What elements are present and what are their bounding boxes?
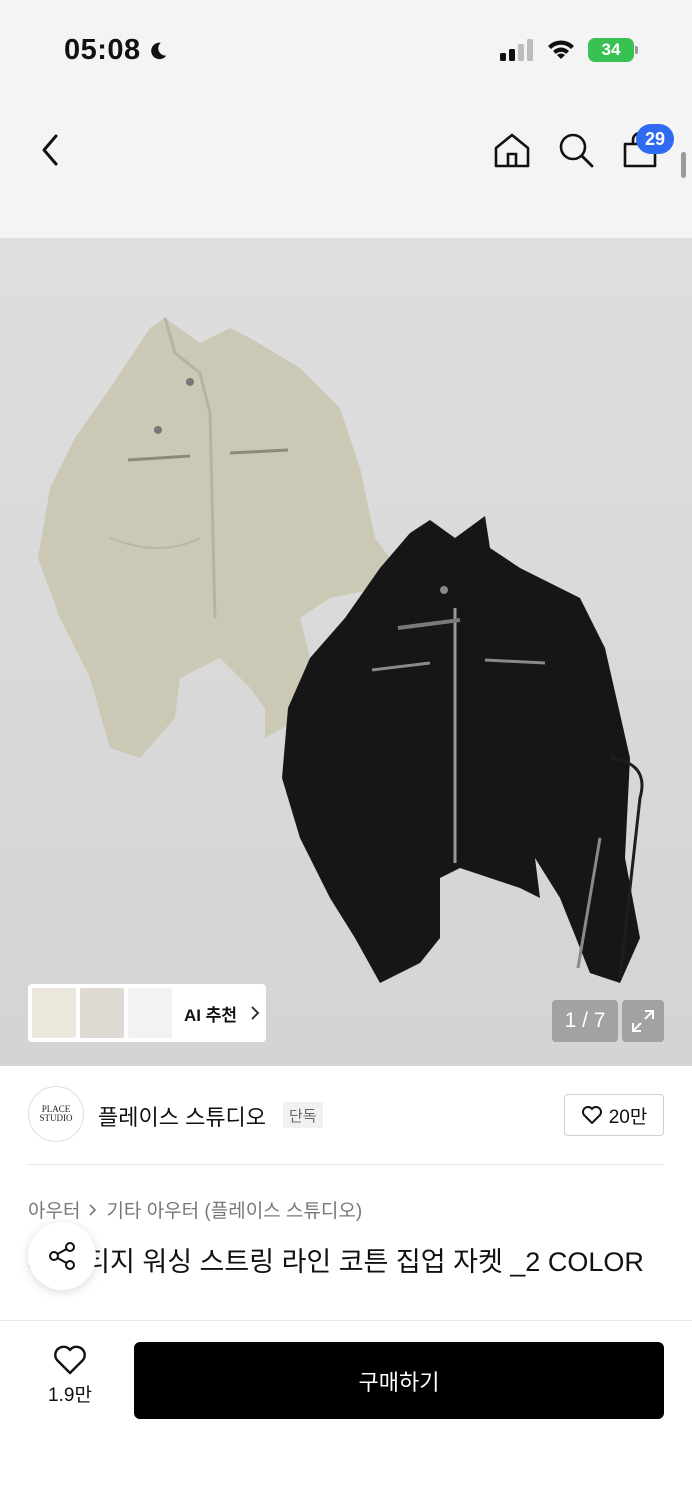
- heart-icon: [581, 1106, 602, 1124]
- brand-like-button[interactable]: 20만: [564, 1094, 664, 1136]
- top-bar: 05:08 34 29: [0, 0, 692, 238]
- brand-name[interactable]: 플레이스 스튜디오: [98, 1100, 266, 1132]
- jacket-photo: [38, 317, 644, 983]
- search-icon[interactable]: [556, 130, 596, 170]
- exclusive-badge: 단독: [283, 1102, 323, 1128]
- divider: [28, 1164, 664, 1165]
- wishlist-button[interactable]: 1.9만: [30, 1344, 110, 1407]
- recommend-thumbnail[interactable]: [128, 988, 172, 1038]
- heart-icon: [54, 1345, 86, 1375]
- status-icons: 34: [500, 38, 638, 62]
- recommend-thumbnail[interactable]: [80, 988, 124, 1038]
- expand-button[interactable]: [622, 1000, 664, 1042]
- wishlist-count: 1.9만: [48, 1385, 92, 1406]
- ai-recommend-label: AI 추천: [184, 1005, 238, 1025]
- scroll-indicator: [681, 152, 686, 178]
- cart-count-badge: 29: [636, 124, 674, 154]
- breadcrumb: 아우터 기타 아우터 (플레이스 스튜디오): [28, 1196, 362, 1223]
- back-arrow-icon[interactable]: [36, 130, 66, 170]
- wifi-icon: [548, 40, 574, 59]
- breadcrumb-subcategory[interactable]: 기타 아우터 (플레이스 스튜디오): [106, 1196, 362, 1223]
- image-page-indicator: 1 / 7: [552, 1000, 618, 1042]
- breadcrumb-category[interactable]: 아우터: [28, 1196, 80, 1223]
- brand-like-count: 20만: [608, 1106, 648, 1128]
- moon-icon: [150, 42, 166, 59]
- brand-logo-text: PLACE STUDIO: [39, 1104, 73, 1123]
- brand-logo[interactable]: PLACE STUDIO: [28, 1086, 84, 1142]
- share-icon: [49, 1242, 75, 1270]
- ai-recommend-box[interactable]: AI 추천: [28, 984, 266, 1042]
- chevron-right-icon: [89, 1203, 97, 1216]
- signal-icon: [500, 39, 533, 61]
- share-button[interactable]: [28, 1222, 96, 1290]
- recommend-thumbnail[interactable]: [32, 988, 76, 1038]
- buy-button[interactable]: 구매하기: [134, 1342, 664, 1419]
- status-time: 05:08: [64, 34, 169, 67]
- battery-level: 34: [601, 40, 621, 59]
- home-icon[interactable]: [492, 130, 532, 170]
- expand-icon: [632, 1010, 654, 1032]
- product-image[interactable]: [0, 238, 692, 1066]
- chevron-right-icon: [251, 1006, 260, 1020]
- clock: 05:08: [64, 34, 141, 66]
- battery-indicator: 34: [588, 38, 638, 62]
- product-title: 지 빈티지 워싱 스트링 라인 코튼 집업 자켓 _2 COLOR: [28, 1247, 644, 1277]
